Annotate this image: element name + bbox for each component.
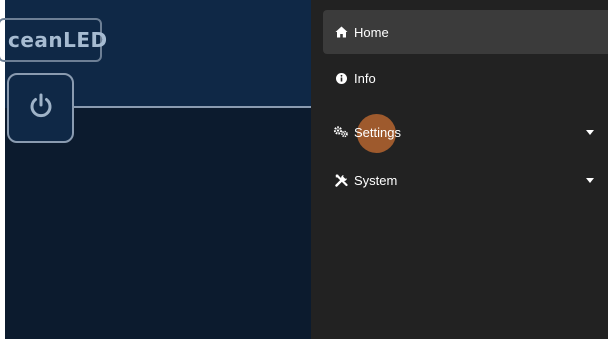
logo-text: ceanLED: [8, 28, 108, 52]
chevron-down-icon: [586, 130, 594, 135]
power-icon: [26, 91, 56, 126]
gears-icon: [333, 124, 349, 140]
tools-icon: [333, 172, 349, 188]
info-icon: [333, 70, 349, 86]
home-icon: [333, 24, 349, 40]
menu-label-home: Home: [354, 24, 389, 40]
menu-item-system[interactable]: System: [323, 158, 608, 202]
menu-label-info: Info: [354, 70, 376, 86]
brand-logo: ceanLED: [0, 18, 107, 62]
side-menu: Home Info Settings System: [311, 0, 608, 339]
chevron-down-icon: [586, 178, 594, 183]
menu-item-info[interactable]: Info: [323, 56, 608, 100]
power-button[interactable]: [7, 73, 74, 143]
menu-label-settings: Settings: [354, 124, 401, 140]
menu-item-home[interactable]: Home: [323, 10, 608, 54]
header-divider: [74, 106, 311, 108]
menu-label-system: System: [354, 172, 398, 188]
